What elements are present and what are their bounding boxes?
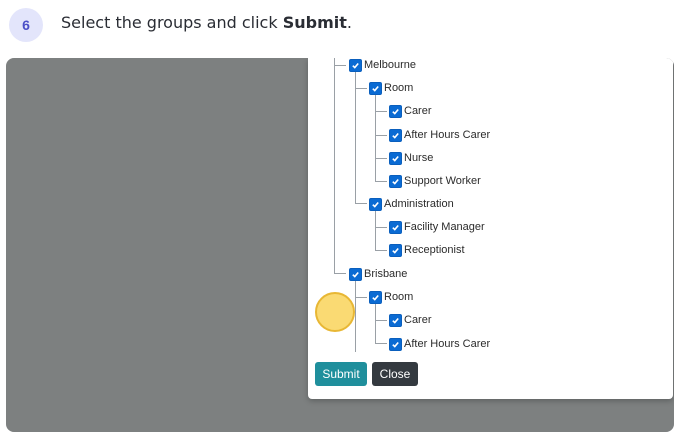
tree-line: [375, 304, 376, 343]
tree-line: [375, 343, 387, 344]
checkbox-checked-icon[interactable]: [389, 151, 402, 165]
tree-node-melbourne-administration[interactable]: Administration: [369, 197, 454, 211]
tree-line: [375, 181, 387, 182]
checkbox-checked-icon[interactable]: [389, 104, 402, 118]
instruction-suffix: .: [346, 13, 352, 32]
tree-node-label: Receptionist: [404, 244, 465, 256]
instruction-bold: Submit: [282, 13, 347, 32]
tree-line: [334, 58, 335, 273]
tree-node-brisbane[interactable]: Brisbane: [349, 267, 407, 281]
tree-line: [355, 297, 367, 298]
tree-node-melbourne-room-support-worker[interactable]: Support Worker: [389, 174, 481, 188]
tree-node-label: Administration: [384, 198, 454, 210]
tree-node-melbourne-room-carer[interactable]: Carer: [389, 104, 432, 118]
tree-node-brisbane-room-after-hours-carer[interactable]: After Hours Carer: [389, 337, 490, 351]
submit-button[interactable]: Submit: [315, 362, 367, 386]
tree-node-melbourne-room-after-hours-carer[interactable]: After Hours Carer: [389, 128, 490, 142]
checkbox-checked-icon[interactable]: [369, 290, 382, 304]
tree-node-label: Carer: [404, 105, 432, 117]
tree-line: [375, 111, 387, 112]
tree-node-label: Room: [384, 291, 414, 303]
checkbox-checked-icon[interactable]: [389, 220, 402, 234]
tree-node-label: Nurse: [404, 152, 434, 164]
tree-line: [355, 88, 367, 89]
tree-node-brisbane-room-carer[interactable]: Carer: [389, 313, 432, 327]
checkbox-checked-icon[interactable]: [389, 337, 402, 351]
tree-line: [375, 211, 376, 250]
tree-node-brisbane-room[interactable]: Room: [369, 290, 413, 304]
tree-line: [334, 65, 346, 66]
group-select-modal: Melbourne Room Carer After Hours Carer N…: [308, 58, 673, 399]
close-button[interactable]: Close: [372, 362, 418, 386]
checkbox-checked-icon[interactable]: [349, 58, 362, 72]
checkbox-checked-icon[interactable]: [349, 267, 362, 281]
tree-line: [375, 135, 387, 136]
tree-line: [355, 72, 356, 203]
tree-line: [375, 250, 387, 251]
tree-node-melbourne[interactable]: Melbourne: [349, 58, 416, 72]
tree-line: [375, 227, 387, 228]
tree-line: [375, 320, 387, 321]
tree-node-label: Room: [384, 82, 414, 94]
tree-node-label: After Hours Carer: [404, 338, 491, 350]
instruction-prefix: Select the groups and click: [61, 13, 283, 32]
checkbox-checked-icon[interactable]: [389, 313, 402, 327]
tutorial-step: 6 Select the groups and click Submit. Me…: [0, 0, 681, 447]
tree-node-label: Facility Manager: [404, 221, 485, 233]
checkbox-checked-icon[interactable]: [389, 243, 402, 257]
checkbox-checked-icon[interactable]: [389, 128, 402, 142]
tree-node-label: Carer: [404, 314, 432, 326]
tree-node-label: Support Worker: [404, 175, 481, 187]
tree-node-melbourne-room[interactable]: Room: [369, 81, 413, 95]
click-highlight-marker: [315, 292, 355, 332]
tree-node-melbourne-admin-facility-manager[interactable]: Facility Manager: [389, 220, 485, 234]
tree-node-melbourne-admin-receptionist[interactable]: Receptionist: [389, 243, 465, 257]
step-number-badge: 6: [9, 8, 43, 42]
tree-line: [334, 273, 346, 274]
checkbox-checked-icon[interactable]: [369, 197, 382, 211]
tree-line: [355, 280, 356, 352]
tree-node-label: After Hours Carer: [404, 129, 491, 141]
tree-node-label: Brisbane: [364, 268, 408, 280]
tree-node-melbourne-room-nurse[interactable]: Nurse: [389, 151, 433, 165]
tree-node-label: Melbourne: [364, 59, 416, 71]
checkbox-checked-icon[interactable]: [389, 174, 402, 188]
screenshot-frame: Melbourne Room Carer After Hours Carer N…: [6, 58, 674, 432]
step-instruction: Select the groups and click Submit.: [61, 13, 352, 33]
tree-line: [375, 95, 376, 181]
checkbox-checked-icon[interactable]: [369, 81, 382, 95]
tree-line: [355, 203, 367, 204]
tree-line: [375, 158, 387, 159]
